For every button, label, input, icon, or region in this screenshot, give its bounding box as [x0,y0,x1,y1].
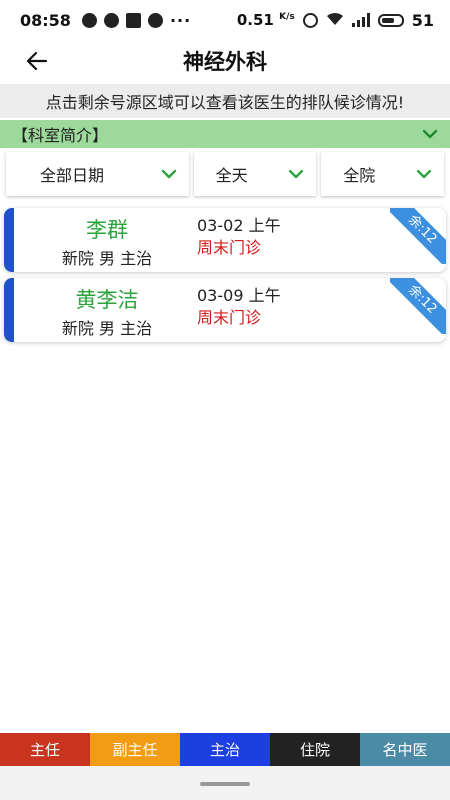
slot-date: 03-02 上午 [197,216,281,235]
doctor-name: 李群 [86,218,128,242]
doctor-card[interactable]: 黄李洁 新院 男 主治 03-09 上午 周末门诊 余:12 [4,278,446,342]
tab-resident[interactable]: 住院 [270,733,360,766]
remaining-slots-badge[interactable]: 余:12 [390,278,446,334]
news-icon [125,12,141,28]
doctor-info: 新院 男 主治 [61,249,153,268]
doctor-info: 新院 男 主治 [61,319,153,338]
network-speed-unit: K/s [279,12,295,22]
network-speed-value: 0.51 [236,11,274,29]
chevron-down-icon [289,169,304,179]
doctor-card[interactable]: 李群 新院 男 主治 03-02 上午 周末门诊 余:12 [4,208,446,272]
page-title: 神经外科 [183,50,267,74]
app-header: 神经外科 [0,40,450,82]
network-speed: 0.51 K/s [237,11,295,29]
time-filter-dropdown[interactable]: 全天 [193,152,317,196]
slot-date: 03-09 上午 [197,286,281,305]
alarm-icon [302,12,318,28]
remaining-slots-badge[interactable]: 余:12 [390,208,446,264]
wifi-icon [326,11,344,30]
tab-famous-tcm[interactable]: 名中医 [360,733,450,766]
doctor-name: 黄李洁 [75,288,139,312]
time-filter-label: 全天 [215,166,248,185]
doctor-level-tabs: 主任 副主任 主治 住院 名中医 [0,733,450,766]
slot-type: 周末门诊 [197,238,262,257]
date-filter-label: 全部日期 [40,166,105,185]
campus-filter-label: 全院 [343,166,376,185]
home-gesture-bar[interactable] [200,782,250,786]
chevron-down-icon [422,129,438,139]
back-arrow-icon [26,51,48,71]
tab-chief[interactable]: 主任 [0,733,90,766]
queue-notice: 点击剩余号源区域可以查看该医生的排队候诊情况! [0,84,450,118]
more-notifications-icon: ··· [169,10,192,30]
slot-type: 周末门诊 [197,308,262,327]
card-accent-bar [4,208,14,272]
battery-level: 51 [411,10,434,30]
campus-filter-dropdown[interactable]: 全院 [321,152,444,196]
tab-attending[interactable]: 主治 [180,733,270,766]
tab-associate-chief[interactable]: 副主任 [90,733,180,766]
status-right: 0.51 K/s 51 [237,11,434,30]
signal-icon [351,13,370,27]
chevron-down-icon [416,169,432,179]
gesture-area [0,766,450,800]
status-left: 08:58 ··· [20,11,191,30]
date-filter-dropdown[interactable]: 全部日期 [6,152,189,196]
remaining-slots-text: 余:12 [390,208,446,264]
status-bar: 08:58 ··· 0.51 K/s 51 [0,0,450,40]
filter-bar: 全部日期 全天 全院 [0,152,450,198]
chevron-down-icon [161,169,176,179]
location-icon [147,12,163,28]
status-time: 08:58 [20,10,71,30]
message-icon [81,12,97,28]
remaining-slots-text: 余:12 [390,278,446,334]
app-notification-icon [103,12,119,28]
department-intro-label: 【科室简介】 [12,126,109,145]
card-accent-bar [4,278,14,342]
back-button[interactable] [22,46,52,76]
department-intro-toggle[interactable]: 【科室简介】 [0,120,450,148]
battery-icon [377,13,404,27]
